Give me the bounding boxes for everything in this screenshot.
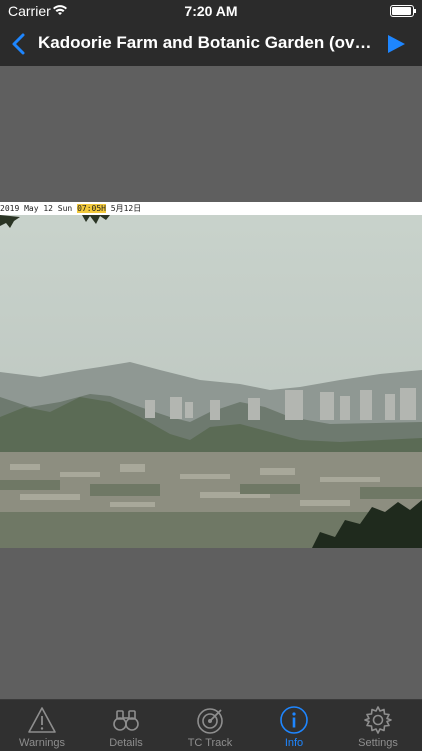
timestamp-cjk-date: 5月12日 — [105, 204, 142, 213]
webcam-landscape — [0, 202, 422, 548]
webcam-timestamp: 2019 May 12 Sun 07:05H 5月12日 — [0, 202, 422, 215]
timestamp-date: 2019 May 12 Sun — [0, 204, 78, 213]
tab-settings[interactable]: Settings — [336, 700, 420, 751]
webcam-image[interactable]: 2019 May 12 Sun 07:05H 5月12日 — [0, 202, 422, 548]
radar-icon — [197, 708, 223, 734]
clock-label: 7:20 AM — [184, 3, 238, 19]
tab-label: Settings — [358, 737, 398, 749]
status-bar: Carrier 7:20 AM — [0, 0, 422, 22]
timestamp-time: 07:05H — [77, 204, 106, 213]
binoculars-icon — [113, 710, 139, 731]
play-forward-icon[interactable] — [386, 34, 406, 54]
warning-triangle-icon — [28, 707, 56, 733]
gear-icon — [364, 706, 392, 734]
tab-info[interactable]: Info — [252, 700, 336, 751]
page-title: Kadoorie Farm and Botanic Garden (ov… — [38, 33, 372, 52]
navigation-bar: Kadoorie Farm and Botanic Garden (ov… — [0, 22, 422, 66]
tab-label: Details — [109, 737, 143, 749]
tab-tc-track[interactable]: TC Track — [168, 700, 252, 751]
tab-label: Info — [284, 737, 304, 749]
tab-label: Warnings — [18, 737, 66, 749]
tab-warnings[interactable]: Warnings — [0, 700, 84, 751]
tab-label: TC Track — [187, 737, 233, 749]
tab-bar: Warnings Details TC Track Info Settings — [0, 699, 422, 751]
chevron-left-icon[interactable] — [8, 32, 32, 56]
tab-details[interactable]: Details — [84, 700, 168, 751]
battery-icon — [390, 5, 416, 17]
info-circle-icon — [280, 706, 308, 734]
